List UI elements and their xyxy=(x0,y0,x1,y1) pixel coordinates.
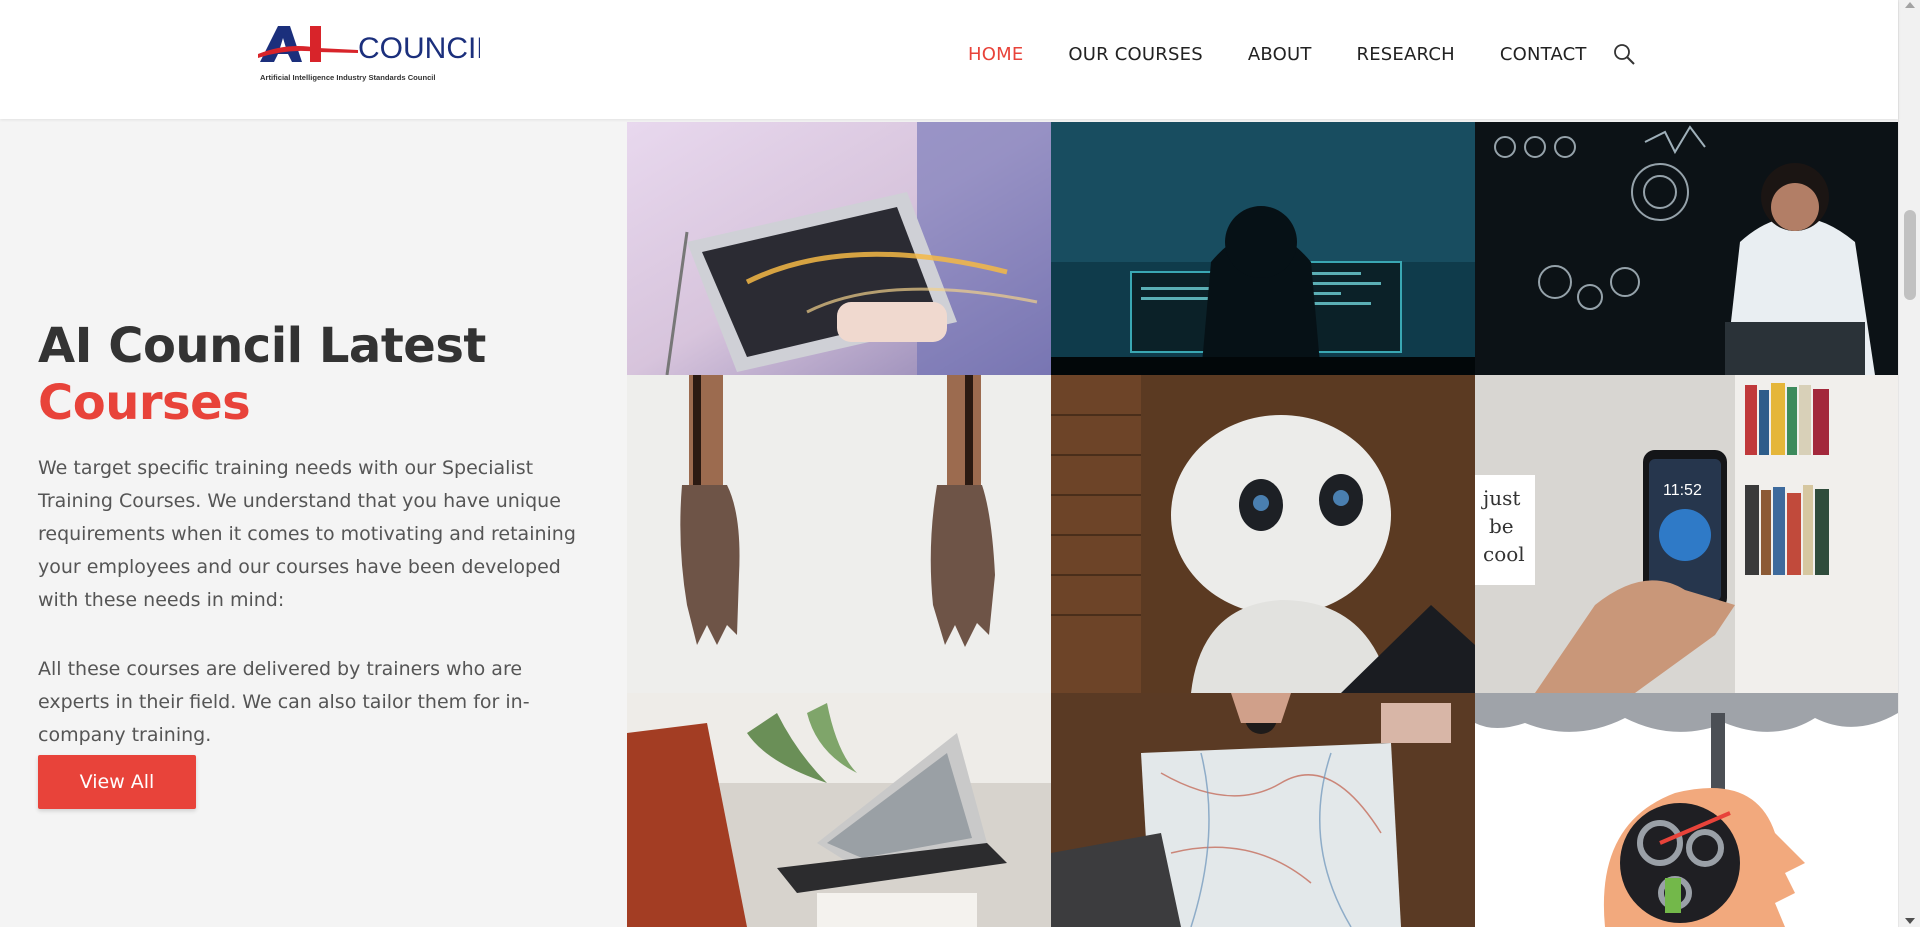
view-all-button[interactable]: View All xyxy=(38,755,196,809)
intro-paragraph: We target specific training needs with o… xyxy=(38,457,576,611)
site-header: COUNCIL Artificial Intelligence Industry… xyxy=(0,0,1898,119)
search-icon[interactable] xyxy=(1612,42,1636,66)
latest-courses-section: AI Council Latest Courses We target spec… xyxy=(38,318,578,752)
heading-line2: Courses xyxy=(38,375,251,431)
poster-word2: be xyxy=(1489,514,1514,538)
trainers-paragraph: All these courses are delivered by train… xyxy=(38,658,530,746)
nav-research[interactable]: RESEARCH xyxy=(1357,44,1455,65)
nav-about[interactable]: ABOUT xyxy=(1248,44,1312,65)
course-image-pepper-robot[interactable] xyxy=(1051,375,1475,693)
main-nav: HOME OUR COURSES ABOUT RESEARCH CONTACT xyxy=(968,44,1632,65)
scrollbar-thumb[interactable] xyxy=(1904,210,1916,300)
scroll-down-arrow-icon[interactable] xyxy=(1905,918,1915,924)
poster-word1: just xyxy=(1481,486,1520,510)
page-scrollbar[interactable] xyxy=(1898,0,1920,927)
section-heading: AI Council Latest Courses xyxy=(38,318,578,432)
scroll-up-arrow-icon[interactable] xyxy=(1905,2,1915,8)
phone-time: 11:52 xyxy=(1663,482,1702,499)
logo-council-text: COUNCIL xyxy=(358,32,480,65)
poster-word3: cool xyxy=(1483,542,1525,566)
course-image-phone-bookshelf[interactable]: just be cool 11:52 xyxy=(1475,375,1898,693)
nav-contact[interactable]: CONTACT xyxy=(1500,44,1587,65)
course-image-brain-gears[interactable] xyxy=(1475,693,1898,927)
ai-council-logo[interactable]: COUNCIL Artificial Intelligence Industry… xyxy=(258,24,480,90)
nav-our-courses[interactable]: OUR COURSES xyxy=(1068,44,1202,65)
course-image-robot-hands[interactable] xyxy=(627,375,1051,693)
nav-home[interactable]: HOME xyxy=(968,44,1023,65)
course-image-woman-hud[interactable] xyxy=(1475,122,1898,375)
heading-line1: AI Council Latest xyxy=(38,318,486,374)
course-image-hacker[interactable] xyxy=(1051,122,1475,375)
logo-tagline: Artificial Intelligence Industry Standar… xyxy=(260,73,436,82)
course-image-map-desk[interactable] xyxy=(1051,693,1475,927)
course-image-person-laptop[interactable] xyxy=(627,693,1051,927)
course-image-laptop-city[interactable] xyxy=(627,122,1051,375)
